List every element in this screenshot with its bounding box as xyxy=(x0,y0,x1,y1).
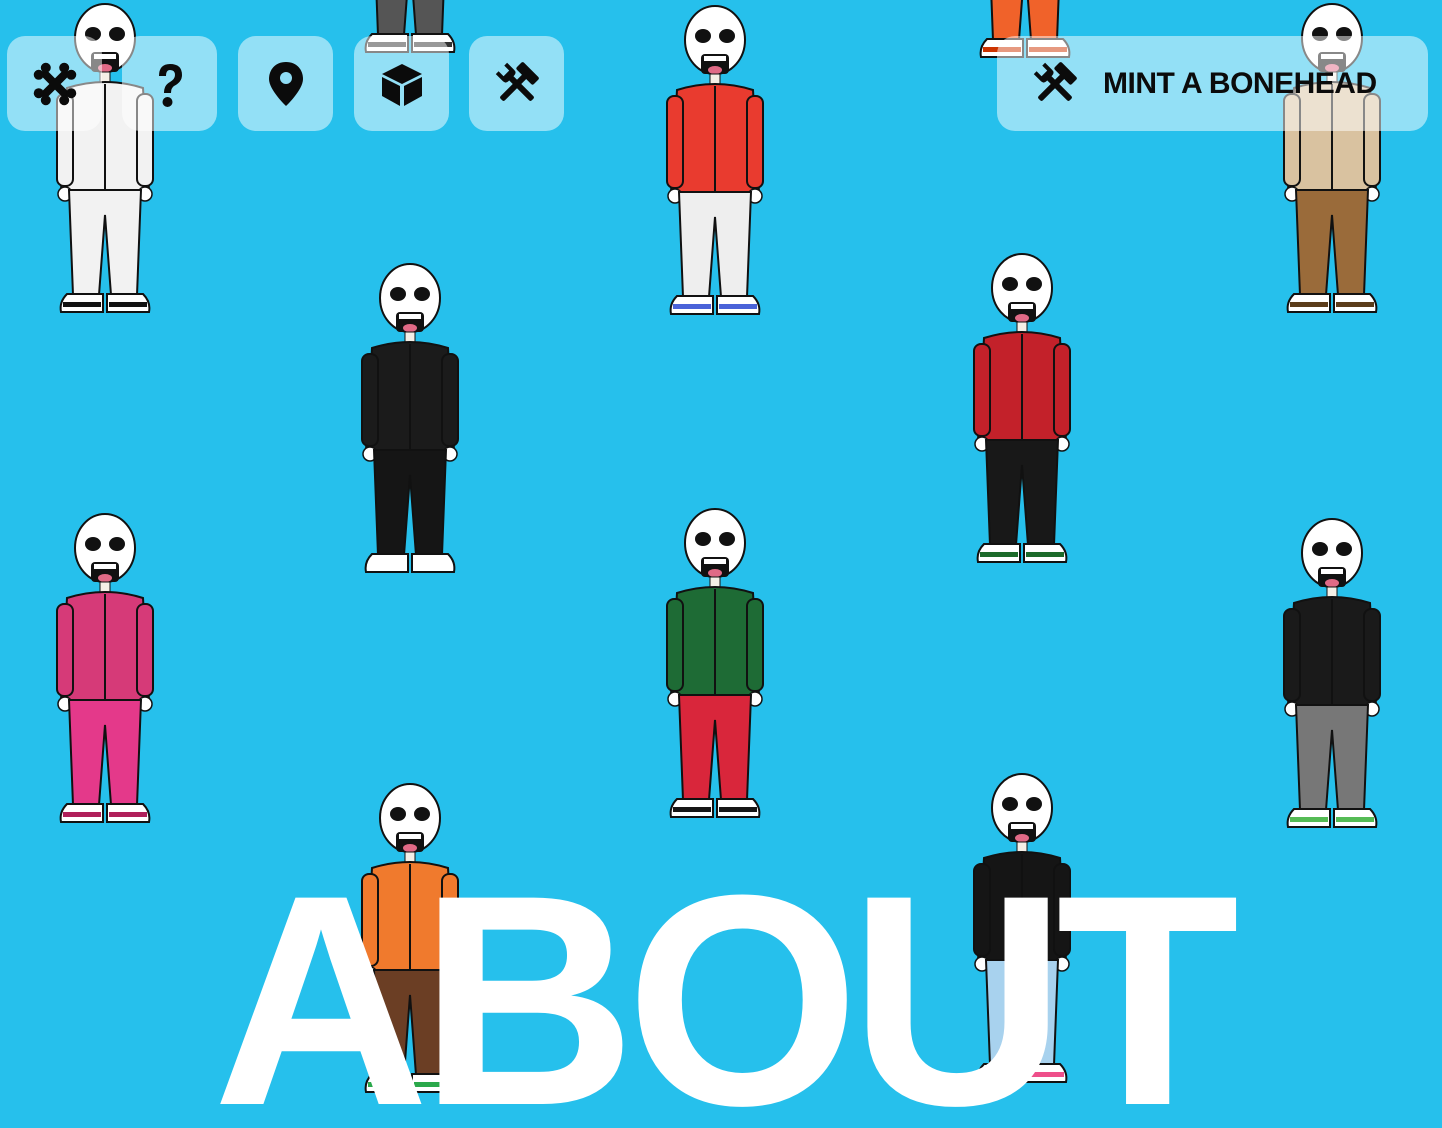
page-canvas: ABOUT MINT A BONEHEAD xyxy=(0,0,1442,1128)
map-pin-icon xyxy=(268,61,303,106)
figure-black-puffer xyxy=(350,250,470,590)
figure-red-plaid xyxy=(962,240,1082,580)
hammer-wrench-icon xyxy=(495,61,539,101)
mint-button-label: MINT A BONEHEAD xyxy=(1103,66,1377,100)
figure-rainbow-puffer xyxy=(655,0,775,332)
nav-button-map[interactable] xyxy=(238,36,333,131)
figure-pink-puffer xyxy=(45,500,165,840)
mint-bonehead-button[interactable]: MINT A BONEHEAD xyxy=(997,36,1428,131)
question-mark-icon xyxy=(158,63,182,107)
hammer-wrench-icon xyxy=(1033,61,1077,101)
nav-button-3d[interactable] xyxy=(354,36,449,131)
figure-black-bomber xyxy=(1272,505,1392,845)
nav-button-build[interactable] xyxy=(469,36,564,131)
nav-button-faq[interactable] xyxy=(122,36,217,131)
nav-button-home[interactable] xyxy=(7,36,102,131)
cube-icon xyxy=(381,63,422,106)
page-title: ABOUT xyxy=(212,832,1240,1128)
crossed-bones-icon xyxy=(33,62,76,105)
figure-green-hoodie xyxy=(655,495,775,835)
